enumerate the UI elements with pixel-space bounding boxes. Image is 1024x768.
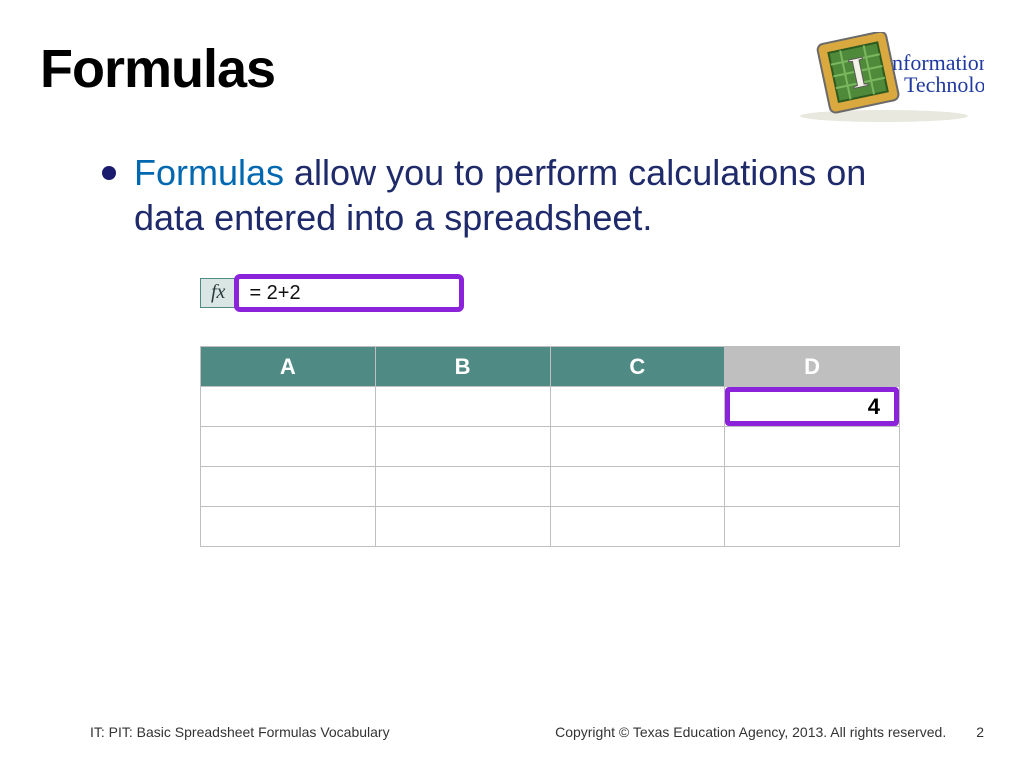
table-row [201, 467, 900, 507]
cell[interactable] [725, 507, 900, 547]
bullet-text: Formulas allow you to perform calculatio… [134, 150, 944, 240]
cell[interactable] [550, 467, 725, 507]
table-row: 4 [201, 387, 900, 427]
active-cell[interactable]: 4 [725, 387, 900, 427]
footer-left: IT: PIT: Basic Spreadsheet Formulas Voca… [90, 724, 390, 740]
logo-text-2: Technology [904, 72, 984, 97]
footer-right: Copyright © Texas Education Agency, 2013… [555, 724, 946, 740]
bullet-dot-icon [102, 166, 116, 180]
cell[interactable] [201, 467, 376, 507]
slide-footer: IT: PIT: Basic Spreadsheet Formulas Voca… [0, 724, 1024, 740]
cell[interactable] [725, 467, 900, 507]
table-row [201, 427, 900, 467]
spreadsheet-table: A B C D 4 [200, 346, 900, 547]
footer-page-number: 2 [976, 724, 984, 740]
cell[interactable] [201, 427, 376, 467]
cell[interactable] [375, 387, 550, 427]
cell[interactable] [375, 427, 550, 467]
bullet-item: Formulas allow you to perform calculatio… [102, 150, 944, 240]
table-row [201, 507, 900, 547]
fx-label: fx [200, 278, 236, 308]
cell[interactable] [375, 507, 550, 547]
cell[interactable] [550, 427, 725, 467]
formula-bar[interactable]: = 2+2 [234, 274, 464, 312]
col-header-a[interactable]: A [201, 347, 376, 387]
col-header-c[interactable]: C [550, 347, 725, 387]
bullet-keyword: Formulas [134, 152, 284, 193]
it-logo: I nformation Technology [784, 32, 984, 122]
col-header-d[interactable]: D [725, 347, 900, 387]
cell[interactable] [201, 387, 376, 427]
cell[interactable] [201, 507, 376, 547]
active-cell-value: 4 [725, 387, 899, 426]
slide-title: Formulas [40, 38, 275, 100]
cell[interactable] [550, 387, 725, 427]
cell[interactable] [375, 467, 550, 507]
col-header-b[interactable]: B [375, 347, 550, 387]
cell[interactable] [550, 507, 725, 547]
cell[interactable] [725, 427, 900, 467]
